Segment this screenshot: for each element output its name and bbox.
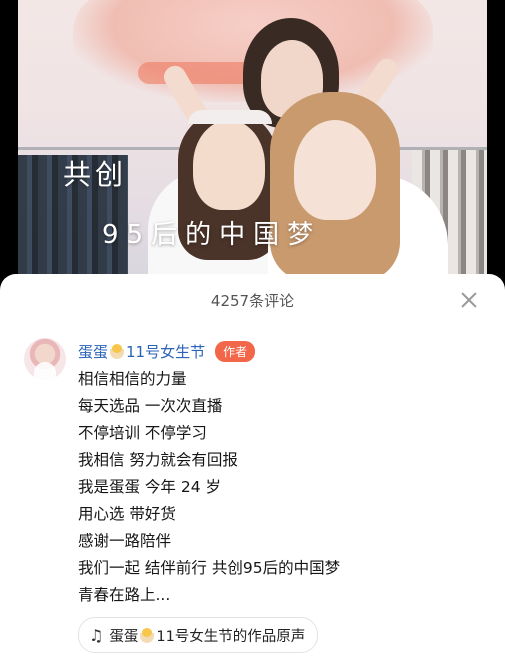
close-icon[interactable] — [459, 290, 479, 310]
sound-author-name: 蛋蛋 — [109, 628, 139, 645]
video-caption-line1: 共创 — [63, 158, 128, 191]
comment-line: 相信相信的力量 — [78, 370, 187, 388]
person-right-face — [294, 120, 376, 220]
comments-header: 4257条评论 — [0, 274, 505, 326]
comment-line: 每天选品 一次次直播 — [78, 397, 223, 415]
comment-line: 感谢一路陪伴 — [78, 532, 172, 550]
author-name-suffix[interactable]: 11号女生节 — [126, 341, 205, 362]
comment-line: 我们一起 结伴前行 共创95后的中国梦 — [78, 559, 341, 577]
video-caption-line2: 95后的中国梦 — [102, 220, 322, 250]
comment-count: 4257条评论 — [210, 292, 295, 310]
sound-title: 11号女生节的作品原声 — [156, 628, 306, 645]
comment-line: 我是蛋蛋 今年 24 岁 — [78, 478, 222, 496]
music-note-icon: ♫ — [89, 625, 104, 645]
comments-sheet: 4257条评论 蛋蛋 11号女生节 作者 相信相信的力量 每天选品 一次次直播 … — [0, 274, 505, 668]
comment-line: 青春在路上... — [78, 586, 171, 604]
person-left-headband — [188, 110, 272, 124]
author-name[interactable]: 蛋蛋 — [78, 341, 108, 362]
original-sound-chip[interactable]: ♫ 蛋蛋 11号女生节的作品原声 — [78, 617, 319, 653]
comment-line: 我相信 努力就会有回报 — [78, 451, 238, 469]
comment-author-row: 蛋蛋 11号女生节 作者 — [78, 340, 256, 362]
comment-line: 不停培训 不停学习 — [78, 424, 207, 442]
avatar[interactable] — [24, 338, 66, 380]
chick-emoji-icon — [109, 343, 125, 359]
author-badge: 作者 — [215, 340, 256, 362]
video-player[interactable]: 共创 95后的中国梦 — [0, 0, 505, 290]
chick-emoji-icon — [139, 627, 155, 643]
comment-line: 用心选 带好货 — [78, 505, 176, 523]
comment-text: 相信相信的力量 每天选品 一次次直播 不停培训 不停学习 我相信 努力就会有回报… — [78, 366, 340, 609]
person-left-face — [193, 120, 265, 210]
